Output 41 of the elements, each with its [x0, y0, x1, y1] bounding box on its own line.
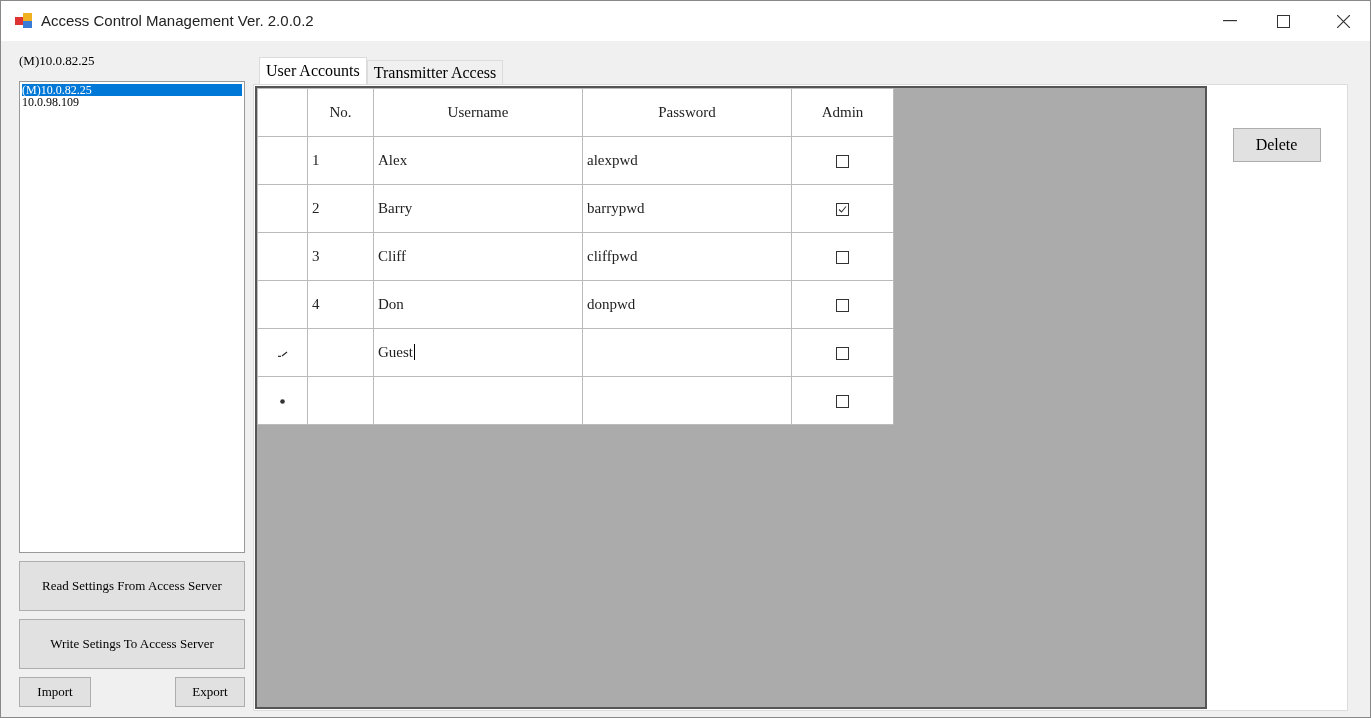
column-header[interactable]: Admin: [791, 88, 894, 137]
minimize-icon[interactable]: [1223, 20, 1237, 22]
cell-input[interactable]: Guest: [378, 344, 415, 361]
action-button[interactable]: Write Setings To Access Server: [19, 619, 245, 669]
delete-button[interactable]: Delete: [1232, 128, 1321, 162]
server-list-item[interactable]: (M)10.0.82.25: [22, 84, 242, 96]
column-header[interactable]: Username: [373, 88, 583, 137]
new-row-icon: [280, 399, 285, 405]
tab[interactable]: Transmitter Access: [366, 60, 504, 84]
action-button[interactable]: Read Settings From Access Server: [19, 561, 245, 611]
table-cell: barrypwd: [587, 200, 645, 217]
table-cell: 4: [312, 296, 320, 313]
checkbox[interactable]: [836, 155, 849, 169]
table-cell: Cliff: [378, 248, 407, 265]
table-cell: Barry: [378, 200, 413, 217]
table-cell: cliffpwd: [587, 248, 638, 265]
table-cell: 1: [312, 152, 320, 169]
table-cell: Don: [378, 296, 404, 313]
close-icon[interactable]: [1337, 14, 1350, 28]
server-label: (M)10.0.82.25: [19, 52, 96, 70]
server-list[interactable]: (M)10.0.82.25 10.0.98.109: [19, 81, 245, 553]
checkbox[interactable]: [836, 395, 849, 409]
checkbox[interactable]: [836, 299, 849, 313]
import-button[interactable]: Import: [19, 677, 91, 707]
checkbox[interactable]: [836, 203, 849, 217]
maximize-icon[interactable]: [1277, 14, 1290, 28]
table-cell: 2: [312, 200, 320, 217]
server-list-item[interactable]: 10.0.98.109: [22, 96, 242, 108]
checkbox[interactable]: [836, 347, 849, 361]
table-cell: donpwd: [587, 296, 636, 313]
column-header[interactable]: No.: [307, 88, 374, 137]
table-cell: alexpwd: [587, 152, 638, 169]
pencil-icon: [277, 350, 288, 357]
tab[interactable]: User Accounts: [259, 57, 367, 84]
checkbox[interactable]: [836, 251, 849, 265]
export-button[interactable]: Export: [175, 677, 245, 707]
table-cell: 3: [312, 248, 320, 265]
column-header[interactable]: Password: [582, 88, 792, 137]
app-icon: [15, 13, 33, 29]
table-cell: Alex: [378, 152, 408, 169]
window-title: Access Control Management Ver. 2.0.0.2: [41, 10, 314, 31]
